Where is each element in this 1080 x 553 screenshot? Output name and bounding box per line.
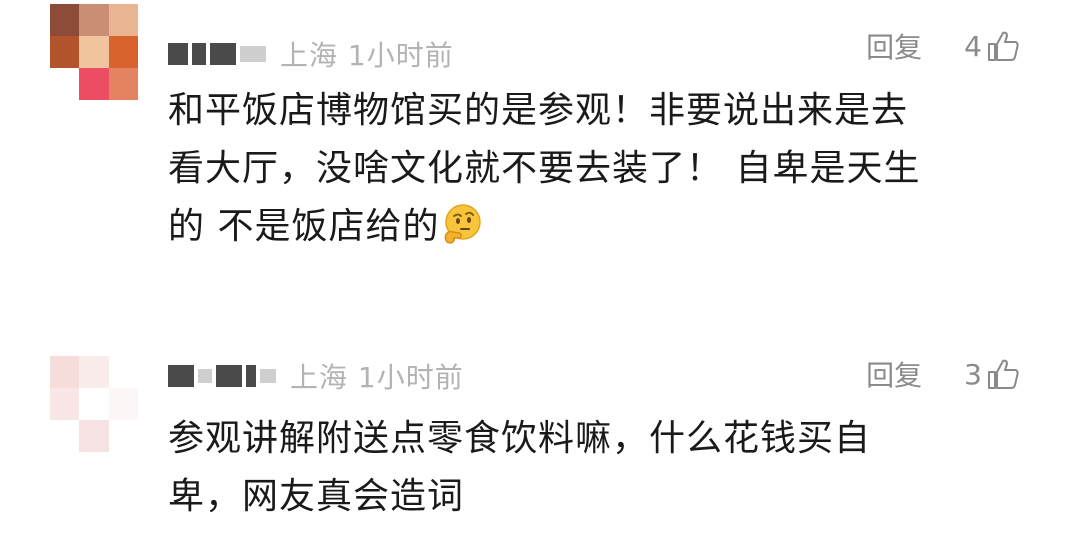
username-redacted-block bbox=[192, 43, 206, 65]
thumbs-up-icon[interactable] bbox=[986, 29, 1020, 63]
thumbs-up-icon[interactable] bbox=[986, 357, 1020, 391]
username-redacted-block bbox=[210, 43, 236, 65]
comment-location-time: 上海 1小时前 bbox=[280, 39, 454, 72]
avatar-pixel bbox=[79, 68, 109, 100]
comment-item: 上海 1小时前 回复 3 参观讲解附送点零食饮料嘛，什么花钱买自 卑，网友真会造… bbox=[0, 330, 1080, 553]
like-count: 4 bbox=[964, 29, 982, 63]
avatar-pixel bbox=[79, 388, 109, 420]
avatar-pixel bbox=[108, 420, 138, 452]
avatar-pixel bbox=[79, 36, 109, 68]
comment-text-line: 参观讲解附送点零食饮料嘛，什么花钱买自 bbox=[168, 418, 872, 459]
comment-author[interactable]: 上海 1小时前 bbox=[168, 356, 464, 396]
comment-text: 参观讲解附送点零食饮料嘛，什么花钱买自 卑，网友真会造词 bbox=[168, 410, 1020, 526]
avatar[interactable] bbox=[50, 4, 138, 100]
comment-text-line: 卑，网友真会造词 bbox=[168, 476, 465, 517]
comment-item: 上海 1小时前 回复 4 和平饭店博物馆买的是参观！非要说出来是去 看大厅，没啥… bbox=[0, 0, 1080, 330]
avatar-pixel bbox=[50, 68, 80, 100]
username-redacted-block bbox=[168, 43, 188, 65]
avatar-pixel bbox=[108, 68, 138, 100]
username-redacted-block bbox=[246, 365, 256, 387]
avatar[interactable] bbox=[50, 356, 138, 452]
username-redacted-block bbox=[168, 365, 194, 387]
avatar-pixel bbox=[50, 356, 80, 388]
comment-text-segment: 的 不是饭店给的 bbox=[168, 206, 440, 247]
comment-text-line: 看大厅，没啥文化就不要去装了！ 自卑是天生 bbox=[168, 148, 921, 189]
avatar-pixel bbox=[108, 388, 138, 420]
avatar-pixel bbox=[79, 420, 109, 452]
avatar-mosaic bbox=[50, 356, 138, 452]
avatar-pixel bbox=[79, 4, 109, 36]
username-redacted-block bbox=[198, 369, 212, 383]
avatar-pixel bbox=[108, 356, 138, 388]
avatar-pixel bbox=[50, 4, 80, 36]
comment-text-line-last: 的 不是饭店给的 bbox=[168, 198, 1020, 256]
username-redacted-block bbox=[260, 369, 276, 383]
username-redacted-block bbox=[240, 46, 266, 62]
comment-text-line: 和平饭店博物馆买的是参观！非要说出来是去 bbox=[168, 90, 909, 131]
reply-button[interactable]: 回复 bbox=[866, 354, 922, 394]
reply-button[interactable]: 回复 bbox=[866, 26, 922, 66]
comment-author[interactable]: 上海 1小时前 bbox=[168, 34, 454, 74]
thinking-face-icon bbox=[445, 204, 482, 244]
avatar-pixel bbox=[108, 4, 138, 36]
comment-actions: 回复 4 bbox=[866, 26, 1020, 66]
comment-list: { "comments": [ { "location_time": "上海 1… bbox=[0, 0, 1080, 553]
avatar-pixel bbox=[50, 36, 80, 68]
avatar-pixel bbox=[50, 388, 80, 420]
comment-text: 和平饭店博物馆买的是参观！非要说出来是去 看大厅，没啥文化就不要去装了！ 自卑是… bbox=[168, 82, 1020, 256]
username-redacted-block bbox=[216, 365, 242, 387]
avatar-pixel bbox=[79, 356, 109, 388]
avatar-pixel bbox=[50, 420, 80, 452]
comment-location-time: 上海 1小时前 bbox=[290, 361, 464, 394]
avatar-pixel bbox=[108, 36, 138, 68]
comment-actions: 回复 3 bbox=[866, 354, 1020, 394]
avatar-mosaic bbox=[50, 4, 138, 100]
like-count: 3 bbox=[964, 357, 982, 391]
